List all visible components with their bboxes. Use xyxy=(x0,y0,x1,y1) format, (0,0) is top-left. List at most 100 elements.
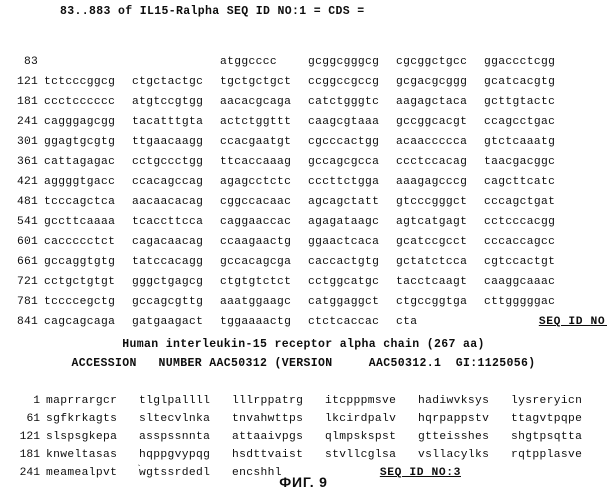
sequence-chunk: ggaactcaca xyxy=(308,236,380,248)
sequence-chunk: cctgctgtgt xyxy=(44,276,116,288)
sequence-chunk: ctgtgtctct xyxy=(220,276,292,288)
sequence-chunk: stvllcglsa xyxy=(325,449,397,461)
protein-accession: ACCESSION NUMBER AAC50312 (VERSION AAC50… xyxy=(71,357,536,370)
sequence-chunk: gtteisshes xyxy=(418,431,490,443)
sequence-chunk: ccacagccag xyxy=(132,176,204,188)
sequence-chunk: tggaaaactg xyxy=(220,316,292,328)
nucleotide-row: 421 aggggtgacc ccacagccag agagcctctc cccttct… xyxy=(0,172,607,192)
sequence-chunk: knweltasas xyxy=(46,449,118,461)
sequence-chunk: ccagcctgac xyxy=(484,116,556,128)
nucleotide-row-sequence: tcccagctca aacaacacag cggccacaac agcagctatt… xyxy=(44,192,607,212)
sequence-chunk: caggaaccac xyxy=(220,216,292,228)
sequence-chunk: tatccacagg xyxy=(132,256,204,268)
sequence-chunk: gctatctcca xyxy=(396,256,468,268)
sequence-chunk: cagcttcatc xyxy=(484,176,556,188)
nucleotide-row-sequence: aggggtgacc ccacagccag agagcctctc cccttctgga… xyxy=(44,172,607,192)
sequence-chunk: catctgggtc xyxy=(308,96,380,108)
sequence-chunk: slspsgkepa xyxy=(46,431,118,443)
protein-header: Human interleukin-15 receptor alpha chai… xyxy=(0,335,607,373)
sequence-chunk: tctcccggcg xyxy=(44,76,116,88)
sequence-chunk: gccagcgcca xyxy=(308,156,380,168)
protein-row-number: 181 xyxy=(19,449,40,461)
nucleotide-row: 83 atggcccc gcggcgggcg cgcggctgcc ggaccctcgg xyxy=(0,52,607,72)
sequence-chunk: ggaccctcgg xyxy=(484,56,556,68)
sequence-chunk: cctcccacgg xyxy=(484,216,556,228)
sequence-chunk: caagcgtaaa xyxy=(308,116,380,128)
nucleotide-row-number: 181 xyxy=(17,96,38,108)
protein-row-number: 1 xyxy=(33,395,40,407)
sequence-chunk: caccccctct xyxy=(44,236,116,248)
sequence-chunk: rqtpplasve xyxy=(511,449,583,461)
sequence-chunk: catggaggct xyxy=(308,296,380,308)
sequence-chunk: cccaccagcc xyxy=(484,236,556,248)
sequence-chunk: gccttcaaaa xyxy=(44,216,116,228)
seq-id-slot: SEQ ID NO:2 xyxy=(484,312,607,332)
nucleotide-row-sequence: ccctcccccc atgtccgtgg aacacgcaga catctgggtc… xyxy=(44,92,607,112)
sequence-chunk: actctggttt xyxy=(220,116,292,128)
sequence-chunk: lysreryicn xyxy=(511,395,583,407)
protein-row: 1 maprrargcr tlglpallll lllrppatrg itcpppmsv… xyxy=(0,392,607,410)
sequence-chunk: tgctgctgct xyxy=(220,76,292,88)
nucleotide-row-sequence: atggcccc gcggcgggcg cgcggctgcc ggaccctcgg xyxy=(44,52,607,72)
nucleotide-row-sequence: cattagagac cctgccctgg ttcaccaaag gccagcgcca… xyxy=(44,152,607,172)
sequence-chunk: aaagagcccg xyxy=(396,176,468,188)
sequence-chunk: taacgacggc xyxy=(484,156,556,168)
sequence-chunk: gcggcgggcg xyxy=(308,56,380,68)
nucleotide-row-number: 301 xyxy=(17,136,38,148)
protein-sequence-block: 1 maprrargcr tlglpallll lllrppatrg itcpppmsv… xyxy=(0,392,607,482)
nucleotide-row-sequence: tccccegctg gccagcgttg aaatggaagc catggaggct… xyxy=(44,292,607,312)
protein-row: 121 slspsgkepa asspssnnta attaaivpgs qlmpsks… xyxy=(0,428,607,446)
protein-row: 181 knweltasas hqppgvypqg hsdttvaist stvllcg… xyxy=(0,446,607,464)
nucleotide-row-number: 661 xyxy=(17,256,38,268)
sequence-chunk: gccaggtgtg xyxy=(44,256,116,268)
sequence-chunk: agagcctctc xyxy=(220,176,292,188)
sequence-chunk: cagacaacag xyxy=(132,236,204,248)
sequence-chunk: sltecvlnka xyxy=(139,413,211,425)
nucleotide-row-sequence: gccaggtgtg tatccacagg gccacagcga caccactgtg… xyxy=(44,252,607,272)
sequence-chunk: ttgaacaagg xyxy=(132,136,204,148)
sequence-chunk: ccctcccccc xyxy=(44,96,116,108)
nucleotide-row: 301 ggagtgcgtg ttgaacaagg ccacgaatgt cgcccac… xyxy=(0,132,607,152)
sequence-chunk: atggcccc xyxy=(220,56,278,68)
nucleotide-row: 721 cctgctgtgt gggctgagcg ctgtgtctct cctggca… xyxy=(0,272,607,292)
protein-row-sequence: knweltasas hqppgvypqg hsdttvaist stvllcglsa… xyxy=(46,446,607,464)
nucleotide-row-number: 241 xyxy=(17,116,38,128)
sequence-chunk: ttagvtpqpe xyxy=(511,413,583,425)
sequence-chunk: tacctcaagt xyxy=(396,276,468,288)
nucleotide-row-sequence: gccttcaaaa tcaccttcca caggaaccac agagataagc… xyxy=(44,212,607,232)
sequence-chunk: ccacgaatgt xyxy=(220,136,292,148)
protein-row-sequence: slspsgkepa asspssnnta attaaivpgs qlmpskspst… xyxy=(46,428,607,446)
sequence-chunk: ctgctactgc xyxy=(132,76,204,88)
sequence-chunk: caaggcaaac xyxy=(484,276,556,288)
sequence-chunk: acaaccccca xyxy=(396,136,468,148)
sequence-chunk: cattagagac xyxy=(44,156,116,168)
sequence-chunk: agcagctatt xyxy=(308,196,380,208)
sequence-chunk: hadiwvksys xyxy=(418,395,490,407)
sequence-chunk: cctgccctgg xyxy=(132,156,204,168)
nucleotide-row: 121 tctcccggcg ctgctactgc tgctgctgct ccggccg… xyxy=(0,72,607,92)
sequence-chunk: lllrppatrg xyxy=(232,395,304,407)
nucleotide-row: 181 ccctcccccc atgtccgtgg aacacgcaga catctgg… xyxy=(0,92,607,112)
sequence-chunk: hqppgvypqg xyxy=(139,449,211,461)
sequence-chunk: tlglpallll xyxy=(139,395,211,407)
sequence-chunk: tccccegctg xyxy=(44,296,116,308)
sequence-chunk: aggggtgacc xyxy=(44,176,116,188)
sequence-chunk: cccagctgat xyxy=(484,196,556,208)
nucleotide-row-number: 841 xyxy=(17,316,38,328)
sequence-chunk: sgfkrkagts xyxy=(46,413,118,425)
sequence-chunk: hqrpappstv xyxy=(418,413,490,425)
nucleotide-row: 841 cagcagcaga gatgaagact tggaaaactg ctctcac… xyxy=(0,312,607,332)
sequence-chunk: cctggcatgc xyxy=(308,276,380,288)
sequence-chunk: gcatccgcct xyxy=(396,236,468,248)
sequence-chunk: ttcaccaaag xyxy=(220,156,292,168)
sequence-chunk: caccactgtg xyxy=(308,256,380,268)
sequence-chunk: gcatcacgtg xyxy=(484,76,556,88)
sequence-chunk: maprrargcr xyxy=(46,395,118,407)
nucleotide-row-number: 781 xyxy=(17,296,38,308)
sequence-chunk: hsdttvaist xyxy=(232,449,304,461)
sequence-chunk: ctgccggtga xyxy=(396,296,468,308)
nucleotide-row-sequence: cctgctgtgt gggctgagcg ctgtgtctct cctggcatgc… xyxy=(44,272,607,292)
sequence-chunk: ccggccgccg xyxy=(308,76,380,88)
sequence-chunk: gggctgagcg xyxy=(132,276,204,288)
sequence-chunk: ctctcaccac xyxy=(308,316,380,328)
